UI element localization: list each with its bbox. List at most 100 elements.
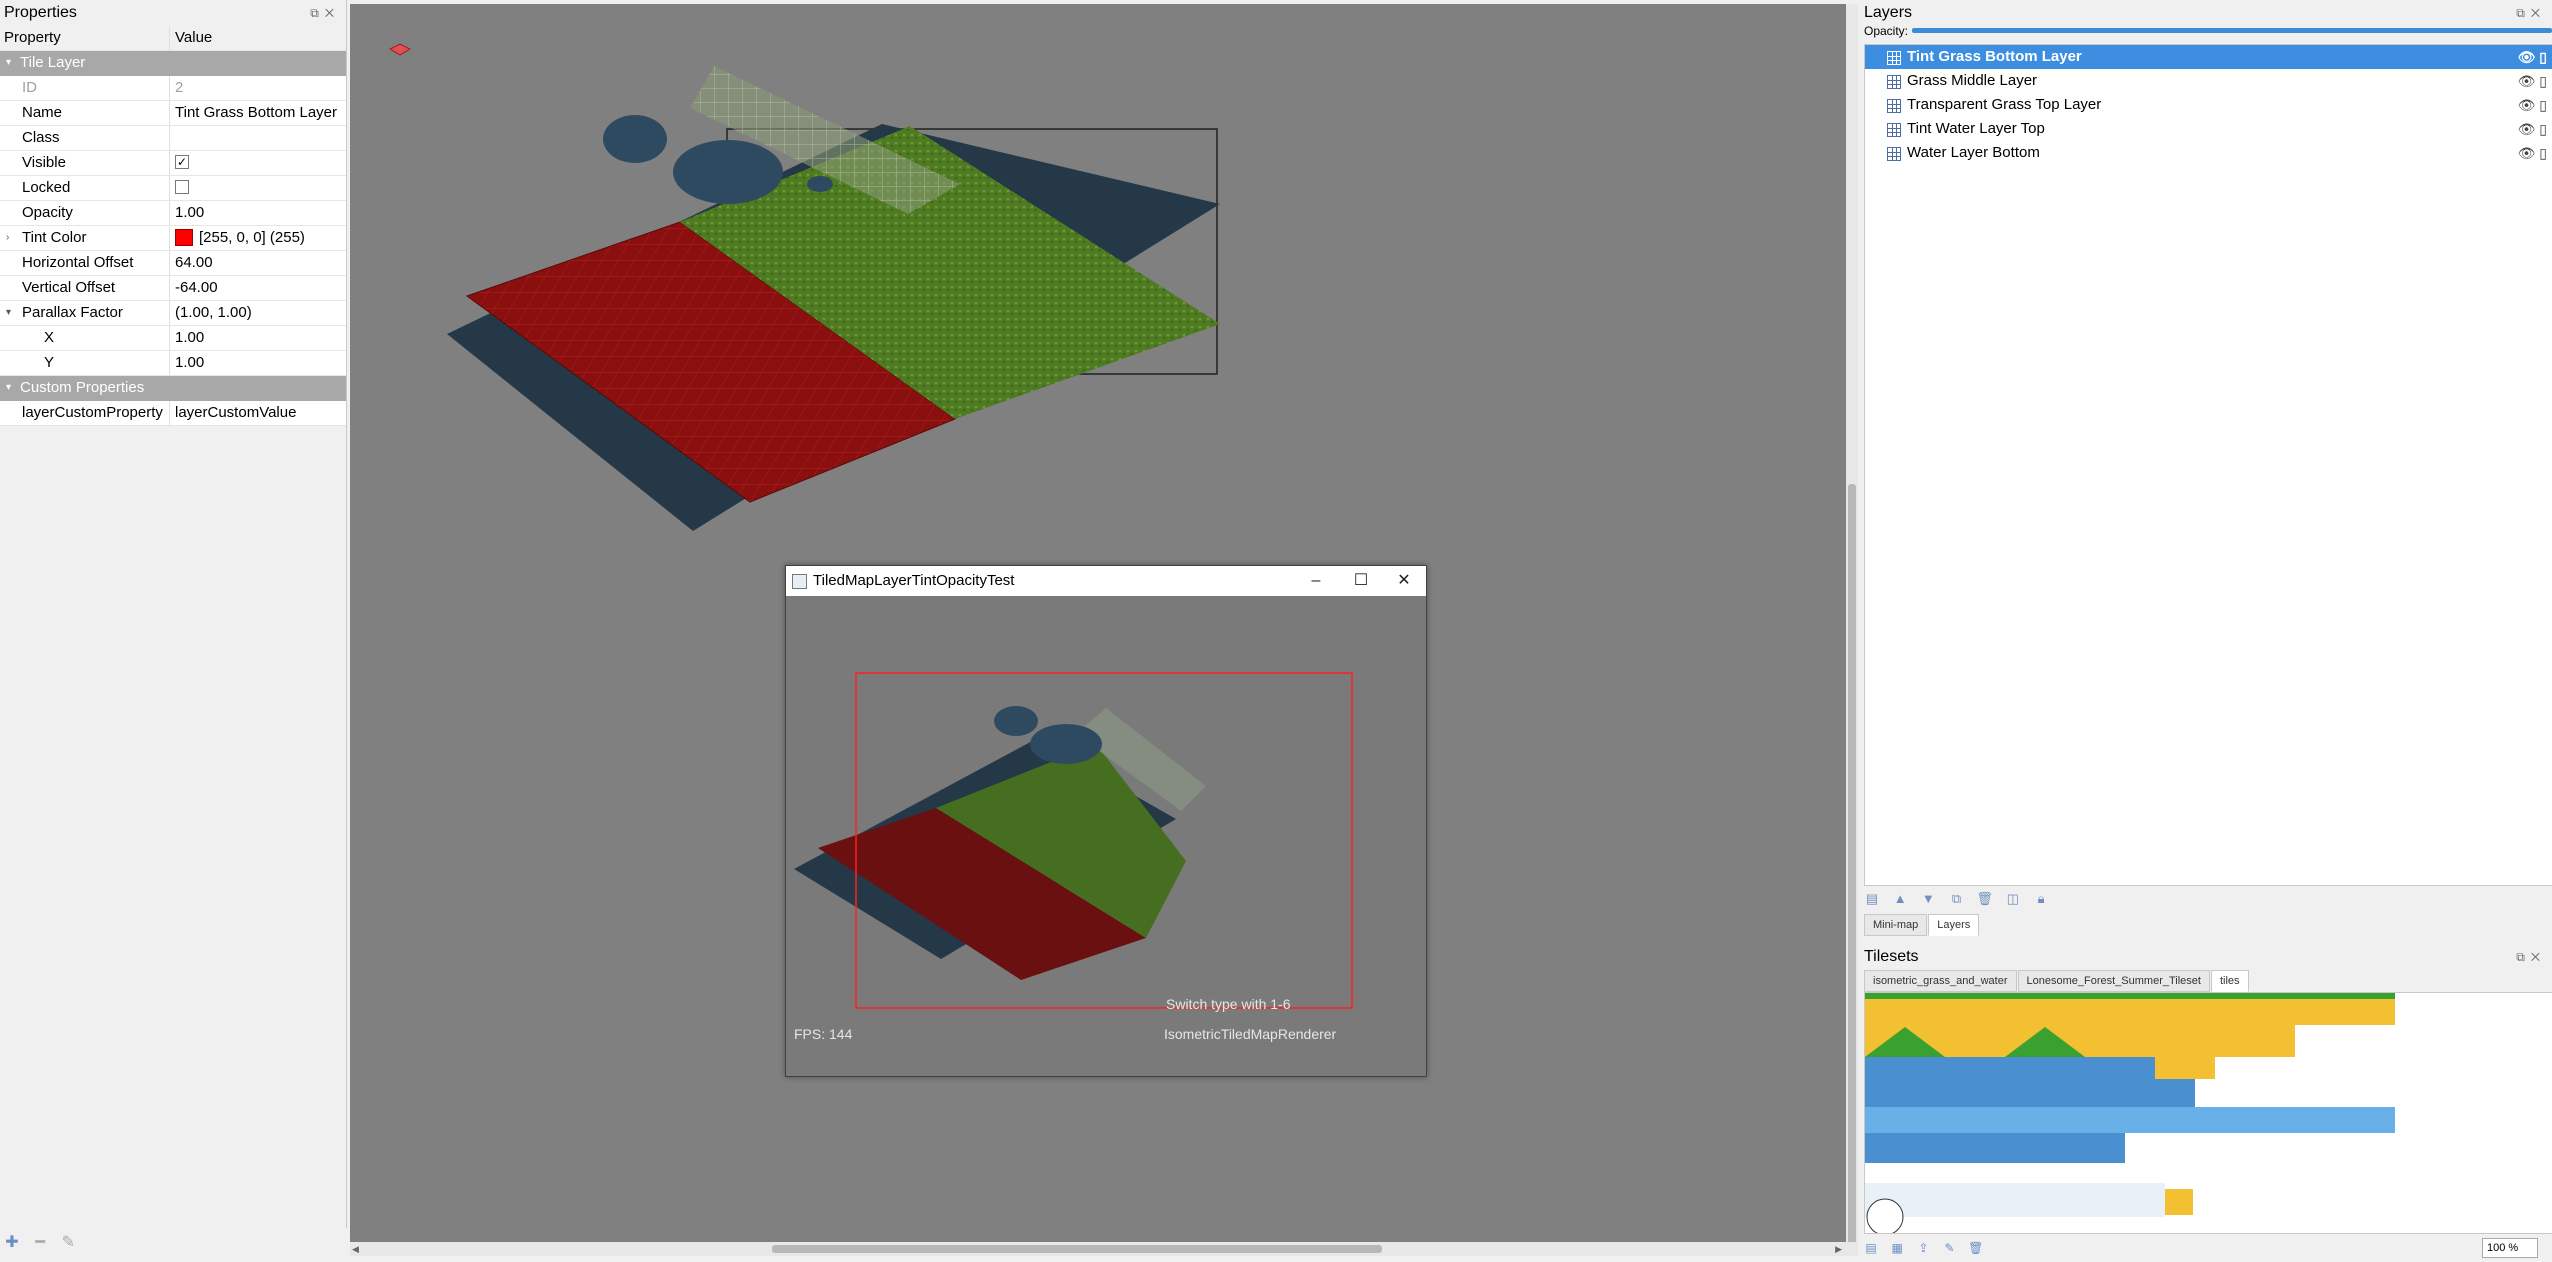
opacity-row: Opacity:	[1864, 24, 1908, 40]
opacity-value[interactable]: 1.00	[172, 201, 346, 225]
property-row-tint-color[interactable]: › Tint Color [255, 0, 0] (255)	[0, 226, 346, 251]
layers-panel: Layers ⧉✕ Opacity: Tint Grass Bottom Lay…	[1860, 0, 2552, 936]
opacity-label: Opacity:	[1864, 24, 1909, 38]
layer-row[interactable]: Tint Grass Bottom Layer 👁︎ ▯	[1865, 45, 2552, 69]
custom-property-key: layerCustomProperty	[0, 401, 170, 425]
name-value[interactable]: Tint Grass Bottom Layer	[172, 101, 346, 125]
vertical-offset-value[interactable]: -64.00	[172, 276, 346, 300]
layer-list: Tint Grass Bottom Layer 👁︎ ▯ Grass Middl…	[1864, 44, 2552, 886]
app-icon	[792, 574, 807, 589]
opacity-slider[interactable]	[1912, 28, 2552, 33]
minimize-icon[interactable]: –	[1296, 566, 1336, 596]
properties-panel: Properties ⧉✕ Property Value ▾ Tile Laye…	[0, 0, 347, 1258]
tint-color-value[interactable]: [255, 0, 0] (255)	[199, 229, 305, 246]
tile-layer-icon	[1887, 75, 1901, 89]
locked-checkbox[interactable]	[175, 180, 189, 195]
visible-checkbox[interactable]: ✓	[175, 155, 189, 170]
tint-color-swatch[interactable]	[175, 228, 193, 246]
duplicate-layer-icon[interactable]: ⧉	[1947, 889, 1967, 909]
new-tileset-icon[interactable]: ▤	[1861, 1238, 1881, 1258]
tab-layers[interactable]: Layers	[1928, 914, 1980, 936]
toggle-other-layers-icon[interactable]: ◫	[2003, 889, 2023, 909]
group-tile-layer[interactable]: ▾ Tile Layer	[0, 51, 346, 76]
layer-row[interactable]: Water Layer Bottom 👁︎ ▯	[1865, 141, 2552, 165]
tile-layer-icon	[1887, 51, 1901, 65]
game-viewport	[794, 672, 1353, 1009]
lock-icon[interactable]: 🔒︎	[2031, 889, 2051, 909]
pond-shape	[603, 115, 667, 163]
tilesets-panel: Tilesets ⧉✕ isometric_grass_and_water Lon…	[1860, 944, 2552, 1262]
property-row-horizontal-offset[interactable]: Horizontal Offset 64.00	[0, 251, 346, 276]
canvas-vertical-scrollbar[interactable]	[1846, 4, 1858, 1244]
tileset-image	[1865, 993, 2395, 1233]
horizontal-scroll-thumb[interactable]	[772, 1245, 1382, 1253]
new-layer-icon[interactable]: ▤	[1862, 889, 1882, 909]
game-window-titlebar[interactable]: TiledMapLayerTintOpacityTest – ☐ ✕	[786, 566, 1426, 596]
delete-tileset-icon[interactable]: 🗑︎	[1966, 1238, 1986, 1258]
layer-row[interactable]: Grass Middle Layer 👁︎ ▯	[1865, 69, 2552, 93]
group-custom-properties[interactable]: ▾ Custom Properties	[0, 376, 346, 401]
object-marker[interactable]	[388, 43, 412, 56]
export-tileset-icon[interactable]: ⇪	[1913, 1238, 1933, 1258]
dock-buttons[interactable]: ⧉✕	[2516, 944, 2546, 970]
property-row-opacity[interactable]: Opacity 1.00	[0, 201, 346, 226]
tileset-view[interactable]	[1864, 992, 2552, 1234]
maximize-icon[interactable]: ☐	[1341, 566, 1381, 596]
tab-tileset[interactable]: isometric_grass_and_water	[1864, 970, 2017, 992]
property-column-header[interactable]: Property	[0, 26, 170, 50]
eye-icon[interactable]: 👁︎ ▯	[2518, 141, 2547, 165]
remove-property-icon[interactable]: ━	[30, 1233, 50, 1253]
scroll-right-icon[interactable]: ▶	[1835, 1244, 1842, 1255]
property-row-parallax-y[interactable]: Y 1.00	[0, 351, 346, 376]
eye-icon[interactable]: 👁︎ ▯	[2518, 69, 2547, 93]
custom-property-value[interactable]: layerCustomValue	[172, 401, 346, 425]
add-property-icon[interactable]: ✚	[2, 1233, 22, 1253]
horizontal-offset-value[interactable]: 64.00	[172, 251, 346, 275]
tileset-tabs: isometric_grass_and_water Lonesome_Forest…	[1864, 970, 2250, 992]
game-window[interactable]: TiledMapLayerTintOpacityTest – ☐ ✕ FPS: …	[785, 565, 1427, 1077]
scroll-left-icon[interactable]: ◀	[352, 1244, 359, 1255]
property-key: ID	[0, 76, 170, 100]
delete-layer-icon[interactable]: 🗑︎	[1975, 889, 1995, 909]
property-key: Vertical Offset	[0, 276, 170, 300]
property-row-vertical-offset[interactable]: Vertical Offset -64.00	[0, 276, 346, 301]
property-row-parallax-factor[interactable]: ▾ Parallax Factor (1.00, 1.00)	[0, 301, 346, 326]
parallax-factor-value[interactable]: (1.00, 1.00)	[172, 301, 346, 325]
tab-tileset[interactable]: tiles	[2210, 970, 2249, 992]
parallax-y-value[interactable]: 1.00	[172, 351, 346, 375]
map-canvas[interactable]: TiledMapLayerTintOpacityTest – ☐ ✕ FPS: …	[350, 4, 1846, 1242]
property-row-locked[interactable]: Locked	[0, 176, 346, 201]
layer-name: Tint Grass Bottom Layer	[1907, 48, 2082, 65]
eye-icon[interactable]: 👁︎ ▯	[2518, 117, 2547, 141]
dock-buttons[interactable]: ⧉✕	[2516, 0, 2546, 26]
property-row-parallax-x[interactable]: X 1.00	[0, 326, 346, 351]
vertical-scroll-thumb[interactable]	[1848, 484, 1856, 1244]
property-row-visible[interactable]: Visible ✓	[0, 151, 346, 176]
rename-property-icon[interactable]: ✎	[58, 1233, 78, 1253]
dock-buttons[interactable]: ⧉✕	[310, 0, 340, 26]
property-key: Y	[0, 351, 170, 375]
property-row-name[interactable]: Name Tint Grass Bottom Layer	[0, 101, 346, 126]
canvas-horizontal-scrollbar[interactable]: ◀ ▶	[350, 1242, 1858, 1256]
tab-mini-map[interactable]: Mini-map	[1864, 914, 1928, 936]
layer-row[interactable]: Tint Water Layer Top 👁︎ ▯	[1865, 117, 2552, 141]
embed-tileset-icon[interactable]: ▦	[1887, 1238, 1907, 1258]
zoom-select[interactable]: 100 %	[2482, 1238, 2538, 1258]
parallax-x-value[interactable]: 1.00	[172, 326, 346, 350]
layer-name: Tint Water Layer Top	[1907, 120, 2045, 137]
renderer-label: IsometricTiledMapRenderer	[1164, 1026, 1337, 1042]
move-down-icon[interactable]: ▼	[1918, 889, 1938, 909]
move-up-icon[interactable]: ▲	[1890, 889, 1910, 909]
eye-icon[interactable]: 👁︎ ▯	[2518, 93, 2547, 117]
custom-property-row[interactable]: layerCustomProperty layerCustomValue	[0, 401, 346, 426]
layer-name: Water Layer Bottom	[1907, 144, 2040, 161]
tab-tileset[interactable]: Lonesome_Forest_Summer_Tileset	[2017, 970, 2210, 992]
property-row-class[interactable]: Class	[0, 126, 346, 151]
value-column-header[interactable]: Value	[172, 26, 346, 50]
close-icon[interactable]: ✕	[1384, 566, 1424, 596]
layer-row[interactable]: Transparent Grass Top Layer 👁︎ ▯	[1865, 93, 2552, 117]
tilesets-toolbar: ▤ ▦ ⇪ ✎ 🗑︎ 100 %	[1860, 1234, 2552, 1262]
property-key: Horizontal Offset	[0, 251, 170, 275]
eye-icon[interactable]: 👁︎ ▯	[2518, 45, 2547, 69]
edit-tileset-icon[interactable]: ✎	[1940, 1238, 1960, 1258]
